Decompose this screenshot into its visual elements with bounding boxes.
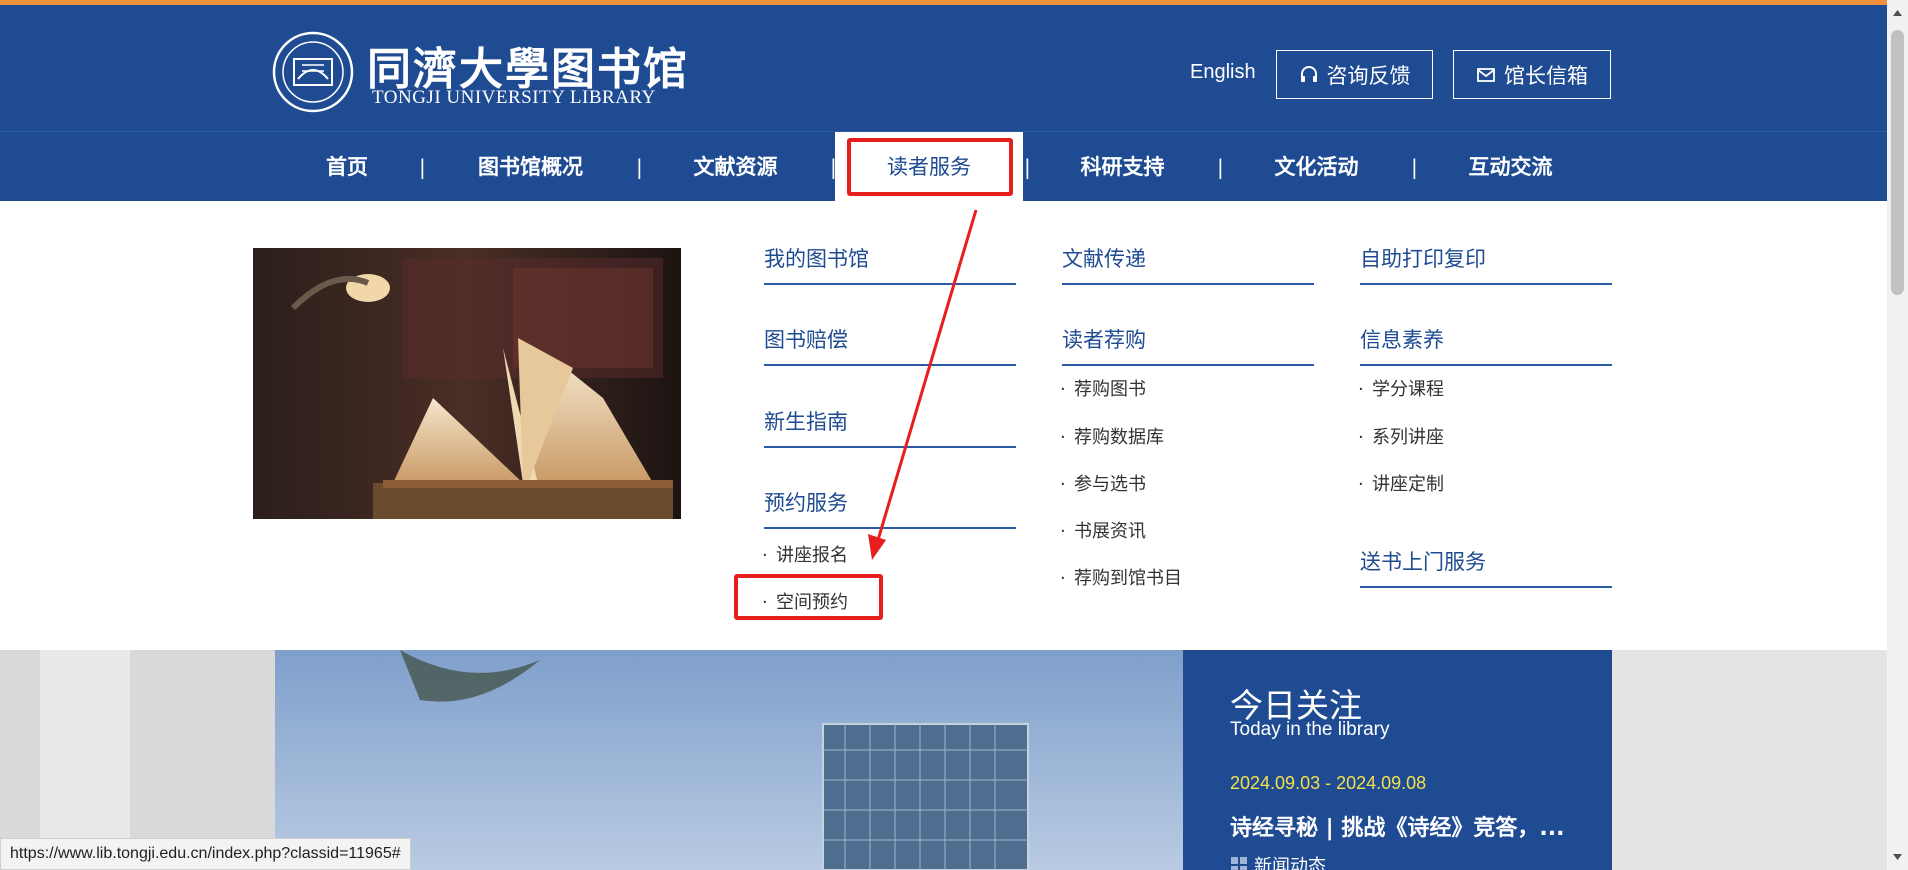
headset-icon	[1300, 65, 1317, 82]
nav-separator: |	[636, 155, 643, 179]
submenu-book-fair-news[interactable]: 书展资讯	[1060, 517, 1146, 543]
menu-book-compensation[interactable]: 图书赔偿	[764, 324, 1016, 366]
nav-separator: |	[1217, 155, 1224, 179]
submenu-lecture-series[interactable]: 系列讲座	[1358, 423, 1444, 449]
submenu-credit-course[interactable]: 学分课程	[1358, 375, 1444, 401]
nav-reader-services[interactable]: 读者服务	[835, 132, 1023, 202]
submenu-recommend-database[interactable]: 荐购数据库	[1060, 423, 1164, 449]
menu-freshman-guide[interactable]: 新生指南	[764, 406, 1016, 448]
consult-feedback-button[interactable]: 咨询反馈	[1276, 50, 1433, 99]
news-label: 新闻动态	[1254, 856, 1326, 870]
scroll-down-arrow-icon[interactable]	[1891, 850, 1904, 864]
status-bar-url: https://www.lib.tongji.edu.cn/index.php?…	[0, 838, 411, 870]
scroll-up-arrow-icon[interactable]	[1891, 6, 1904, 20]
open-book-image	[253, 248, 681, 519]
nav-resources[interactable]: 文献资源	[687, 132, 784, 202]
menu-document-delivery[interactable]: 文献传递	[1062, 243, 1314, 285]
nav-culture[interactable]: 文化活动	[1268, 132, 1365, 202]
today-subtitle: Today in the library	[1230, 719, 1390, 740]
english-link[interactable]: English	[1190, 61, 1256, 84]
menu-info-literacy[interactable]: 信息素养	[1360, 324, 1612, 366]
submenu-arrived-list[interactable]: 荐购到馆书目	[1060, 564, 1182, 590]
nav-home[interactable]: 首页	[317, 132, 377, 202]
event-date: 2024.09.03 - 2024.09.08	[1230, 773, 1427, 793]
event-headline[interactable]: 诗经寻秘 | 挑战《诗经》竞答，...	[1230, 810, 1564, 842]
nav-separator: |	[1024, 155, 1031, 179]
scrollbar-thumb[interactable]	[1891, 30, 1904, 295]
news-link[interactable]: 新闻动态	[1230, 852, 1326, 870]
reader-services-menu: 我的图书馆 图书赔偿 新生指南 预约服务 讲座报名 空间预约 文献传递 读者荐购…	[0, 201, 1887, 650]
submenu-lecture-signup[interactable]: 讲座报名	[762, 541, 848, 567]
envelope-icon	[1477, 67, 1495, 82]
main-nav: 首页 | 图书馆概况 | 文献资源 | 读者服务 | 科研支持 | 文化活动 |…	[0, 131, 1887, 202]
site-header: 同濟大學图书馆 TONGJI UNIVERSITY LIBRARY Englis…	[0, 5, 1887, 131]
nav-interaction[interactable]: 互动交流	[1462, 132, 1559, 202]
menu-my-library[interactable]: 我的图书馆	[764, 243, 1016, 285]
submenu-custom-lecture[interactable]: 讲座定制	[1358, 470, 1444, 496]
nav-about[interactable]: 图书馆概况	[472, 132, 589, 202]
submenu-recommend-books[interactable]: 荐购图书	[1060, 375, 1146, 401]
consult-feedback-label: 咨询反馈	[1326, 63, 1411, 88]
today-in-library-panel: 今日关注 Today in the library 2024.09.03 - 2…	[1183, 650, 1612, 870]
submenu-space-booking[interactable]: 空间预约	[762, 588, 848, 614]
director-mailbox-button[interactable]: 馆长信箱	[1453, 50, 1611, 99]
grid-icon	[1231, 857, 1247, 870]
menu-door-delivery[interactable]: 送书上门服务	[1360, 546, 1612, 588]
menu-booking-service[interactable]: 预约服务	[764, 487, 1016, 529]
library-name-en[interactable]: TONGJI UNIVERSITY LIBRARY	[372, 87, 656, 109]
director-mailbox-label: 馆长信箱	[1504, 63, 1588, 88]
menu-self-print[interactable]: 自助打印复印	[1360, 243, 1612, 285]
nav-research[interactable]: 科研支持	[1074, 132, 1171, 202]
nav-separator: |	[1411, 155, 1418, 179]
menu-reader-recommend[interactable]: 读者荐购	[1062, 324, 1314, 366]
nav-separator: |	[419, 155, 426, 179]
submenu-book-selection[interactable]: 参与选书	[1060, 470, 1146, 496]
university-seal-icon[interactable]	[272, 29, 376, 115]
